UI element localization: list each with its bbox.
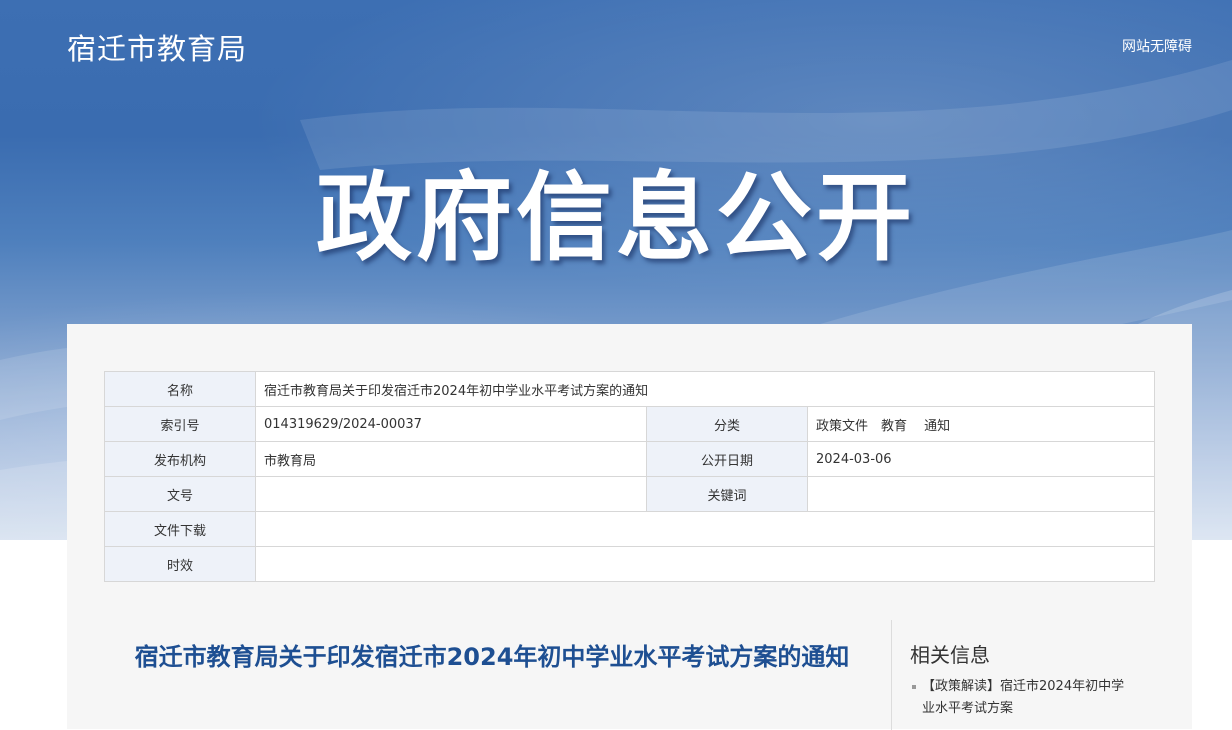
related-link-line1[interactable]: 【政策解读】宿迁市2024年初中学 — [922, 679, 1124, 694]
category-value: 政策文件 教育 通知 — [807, 406, 1155, 442]
publisher-value: 市教育局 — [255, 441, 647, 477]
date-value: 2024-03-06 — [807, 441, 1155, 477]
doc-no-label: 文号 — [104, 476, 256, 512]
table-row: 文件下载 — [104, 511, 1155, 547]
column-divider — [891, 620, 892, 730]
table-row: 文号 关键词 — [104, 476, 1155, 512]
site-title[interactable]: 宿迁市教育局 — [67, 26, 247, 68]
table-row: 名称 宿迁市教育局关于印发宿迁市2024年初中学业水平考试方案的通知 — [104, 371, 1155, 407]
accessibility-link[interactable]: 网站无障碍 — [1122, 36, 1192, 56]
date-label: 公开日期 — [646, 441, 808, 477]
validity-value — [255, 546, 1155, 582]
validity-label: 时效 — [104, 546, 256, 582]
table-row: 时效 — [104, 546, 1155, 582]
table-row: 索引号 014319629/2024-00037 分类 政策文件 教育 通知 — [104, 406, 1155, 442]
category-label: 分类 — [646, 406, 808, 442]
bullet-icon — [912, 684, 916, 689]
banner-title: 政府信息公开 — [316, 162, 916, 274]
table-row: 发布机构 市教育局 公开日期 2024-03-06 — [104, 441, 1155, 477]
download-value[interactable] — [255, 511, 1155, 547]
name-value: 宿迁市教育局关于印发宿迁市2024年初中学业水平考试方案的通知 — [255, 371, 1155, 407]
index-value: 014319629/2024-00037 — [255, 406, 647, 442]
download-label: 文件下载 — [104, 511, 256, 547]
name-label: 名称 — [104, 371, 256, 407]
keywords-value — [807, 476, 1155, 512]
info-table: 名称 宿迁市教育局关于印发宿迁市2024年初中学业水平考试方案的通知 索引号 0… — [104, 371, 1155, 582]
index-label: 索引号 — [104, 406, 256, 442]
publisher-label: 发布机构 — [104, 441, 256, 477]
related-info-title: 相关信息 — [910, 643, 990, 667]
doc-no-value — [255, 476, 647, 512]
article-title: 宿迁市教育局关于印发宿迁市2024年初中学业水平考试方案的通知 — [134, 643, 850, 671]
related-info-link[interactable]: 【政策解读】宿迁市2024年初中学 业水平考试方案 — [910, 676, 1160, 720]
content-panel: 名称 宿迁市教育局关于印发宿迁市2024年初中学业水平考试方案的通知 索引号 0… — [67, 324, 1192, 730]
related-link-line2[interactable]: 业水平考试方案 — [910, 698, 1160, 720]
keywords-label: 关键词 — [646, 476, 808, 512]
